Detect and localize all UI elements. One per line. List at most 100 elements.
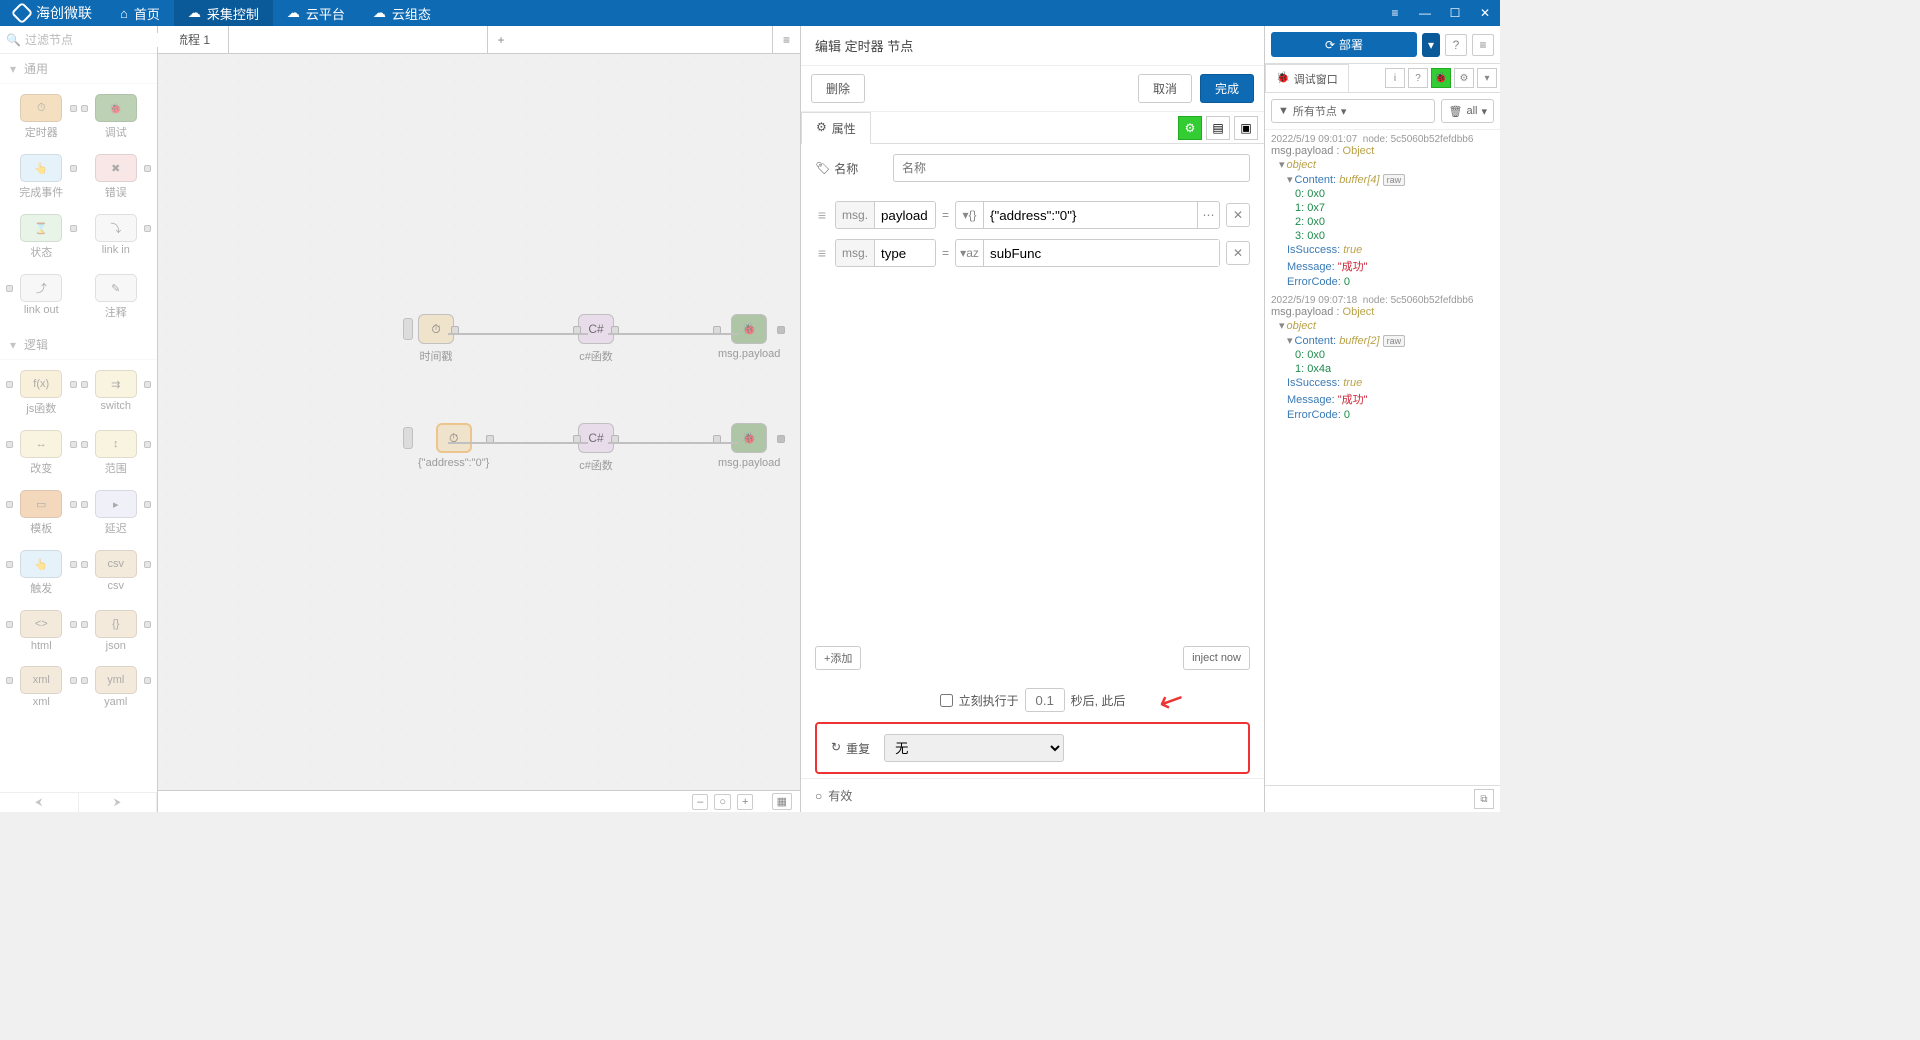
prop-row-1: ≡ msg. = ▾ {} ⋯ ✕ xyxy=(815,196,1250,234)
canvas-area: 流程 1 + ≡ ⏱ 时间戳 C# c#函数 🐞 msg.payload xyxy=(158,26,800,812)
palette-node-complete[interactable]: 👆完成事件 xyxy=(8,154,75,200)
msg-val-1[interactable] xyxy=(984,202,1197,228)
gear-icon[interactable]: ⚙ xyxy=(1454,68,1474,88)
nav-cloudgroup[interactable]: ☁ 云组态 xyxy=(359,0,445,26)
palette-expand[interactable]: ⮞ xyxy=(79,793,158,812)
delete-button[interactable]: 删除 xyxy=(811,74,865,103)
tab-menu[interactable]: ≡ xyxy=(772,26,800,53)
palette-node-csv[interactable]: csvcsv xyxy=(83,550,150,596)
edit-footer: ○ 有效 xyxy=(801,778,1264,812)
zoom-out[interactable]: – xyxy=(692,794,708,810)
palette-category-logic[interactable]: ▾逻辑 xyxy=(0,330,157,360)
topnav: ⌂ 首页 ☁ 采集控制 ☁ 云平台 ☁ 云组态 xyxy=(106,0,445,26)
add-property-button[interactable]: +添加 xyxy=(815,646,861,670)
logo-icon xyxy=(11,2,34,25)
exec-immediately-checkbox[interactable] xyxy=(940,694,953,707)
msg-key-2[interactable] xyxy=(875,240,935,266)
palette-node-html[interactable]: <>html xyxy=(8,610,75,652)
close-button[interactable]: ✕ xyxy=(1470,0,1500,26)
exec-delay-input[interactable] xyxy=(1025,688,1065,712)
cancel-button[interactable]: 取消 xyxy=(1138,74,1192,103)
flow-tabs: 流程 1 + ≡ xyxy=(158,26,800,54)
menu-icon[interactable]: ≡ xyxy=(1380,0,1410,26)
palette-node-json[interactable]: {}json xyxy=(83,610,150,652)
palette-node-delay[interactable]: ▸延迟 xyxy=(83,490,150,536)
palette-filter-input[interactable] xyxy=(25,33,180,47)
repeat-select[interactable]: 无 xyxy=(884,734,1064,762)
palette-node-comment[interactable]: ✎注释 xyxy=(83,274,150,320)
annotation-arrow-icon: ↙ xyxy=(1153,679,1191,721)
bug-icon[interactable]: 🐞 xyxy=(1431,68,1451,88)
menu-icon[interactable]: ≡ xyxy=(1472,34,1494,56)
type-selector-1[interactable]: ▾ {} xyxy=(956,202,984,228)
palette-node-xml[interactable]: xmlxml xyxy=(8,666,75,708)
debug-messages[interactable]: 2022/5/19 09:01:07 node: 5c5060b52fefdbb… xyxy=(1265,130,1500,785)
palette-node-switch[interactable]: ⇉switch xyxy=(83,370,150,416)
zoom-in[interactable]: + xyxy=(737,794,753,810)
window-controls: ≡ — ☐ ✕ xyxy=(1380,0,1500,26)
palette-category-general[interactable]: ▾通用 xyxy=(0,54,157,84)
minimize-button[interactable]: — xyxy=(1410,0,1440,26)
edit-panel: 编辑 定时器 节点 删除 取消 完成 ⚙ 属性 ⚙ ▤ ▣ 🏷 名称 ≡ m xyxy=(800,26,1264,812)
name-label: 🏷 名称 xyxy=(815,160,883,177)
exec-label: 立刻执行于 xyxy=(959,692,1019,709)
delete-row-2[interactable]: ✕ xyxy=(1226,241,1250,265)
palette-node-status[interactable]: ⌛状态 xyxy=(8,214,75,260)
deploy-button[interactable]: ⟳ 部署 xyxy=(1271,32,1417,57)
palette-node-error[interactable]: ✖错误 xyxy=(83,154,150,200)
doc-icon[interactable]: ▤ xyxy=(1206,116,1230,140)
palette-node-change[interactable]: ↔改变 xyxy=(8,430,75,476)
palette-search[interactable]: 🔍 xyxy=(0,26,157,54)
palette-node-jsfunc[interactable]: f(x)js函数 xyxy=(8,370,75,416)
palette-node-timer[interactable]: ⏱定时器 xyxy=(8,94,75,140)
type-selector-2[interactable]: ▾ aᴢ xyxy=(956,240,984,266)
nav-collect[interactable]: ☁ 采集控制 xyxy=(174,0,273,26)
nav-cloud[interactable]: ☁ 云平台 xyxy=(273,0,359,26)
delete-row-1[interactable]: ✕ xyxy=(1226,203,1250,227)
info-icon[interactable]: i xyxy=(1385,68,1405,88)
palette-node-template[interactable]: ▭模板 xyxy=(8,490,75,536)
msg-val-2[interactable] xyxy=(984,240,1219,266)
canvas-footer: – ○ + ▦ xyxy=(158,790,800,812)
palette-node-trigger[interactable]: 👆触发 xyxy=(8,550,75,596)
debug-tab[interactable]: 🐞 调试窗口 xyxy=(1265,64,1349,93)
zoom-reset[interactable]: ○ xyxy=(714,794,731,810)
valid-label: 有效 xyxy=(828,787,852,804)
palette-node-linkout[interactable]: ⤴link out xyxy=(8,274,75,320)
repeat-label: ↻ 重复 xyxy=(831,740,870,757)
exec-suffix: 秒后, 此后 xyxy=(1071,692,1126,709)
palette-node-range[interactable]: ↕范围 xyxy=(83,430,150,476)
help-icon[interactable]: ? xyxy=(1445,34,1467,56)
palette-node-linkin[interactable]: ⤵link in xyxy=(83,214,150,260)
maximize-button[interactable]: ☐ xyxy=(1440,0,1470,26)
msg-key-1[interactable] xyxy=(875,202,935,228)
palette-node-debug[interactable]: 🐞调试 xyxy=(83,94,150,140)
help-tab-icon[interactable]: ? xyxy=(1408,68,1428,88)
drag-handle-icon[interactable]: ≡ xyxy=(815,245,829,261)
done-button[interactable]: 完成 xyxy=(1200,74,1254,103)
deploy-menu[interactable]: ▾ xyxy=(1422,33,1440,57)
prop-row-2: ≡ msg. = ▾ aᴢ ✕ xyxy=(815,234,1250,272)
tab-add[interactable]: + xyxy=(487,26,515,53)
gear-icon[interactable]: ⚙ xyxy=(1178,116,1202,140)
filter-nodes[interactable]: ▼ 所有节点 ▾ xyxy=(1271,99,1435,123)
nav-home[interactable]: ⌂ 首页 xyxy=(106,0,174,26)
drag-handle-icon[interactable]: ≡ xyxy=(815,207,829,223)
caret-down-icon[interactable]: ▾ xyxy=(1477,68,1497,88)
flow-canvas[interactable]: ⏱ 时间戳 C# c#函数 🐞 msg.payload ⏱ {"address"… xyxy=(158,54,800,790)
node-palette: 🔍 ▾通用 ⏱定时器 🐞调试 👆完成事件 ✖错误 ⌛状态 ⤵link in ⤴l… xyxy=(0,26,158,812)
edit-tab-properties[interactable]: ⚙ 属性 xyxy=(801,112,871,144)
app-logo: 海创微联 xyxy=(0,3,106,23)
palette-collapse[interactable]: ⮜ xyxy=(0,793,79,812)
topbar: 海创微联 ⌂ 首页 ☁ 采集控制 ☁ 云平台 ☁ 云组态 ≡ — ☐ ✕ xyxy=(0,0,1500,26)
navigator[interactable]: ▦ xyxy=(772,793,792,810)
inject-now-button[interactable]: inject now xyxy=(1183,646,1250,670)
appearance-icon[interactable]: ▣ xyxy=(1234,116,1258,140)
palette-node-yaml[interactable]: ymlyaml xyxy=(83,666,150,708)
search-icon: 🔍 xyxy=(6,33,21,47)
popout-icon[interactable]: ⧉ xyxy=(1474,789,1494,809)
name-input[interactable] xyxy=(893,154,1250,182)
filter-clear[interactable]: 🗑 all ▾ xyxy=(1441,99,1494,123)
debug-panel: ⟳ 部署 ▾ ? ≡ 🐞 调试窗口 i ? 🐞 ⚙ ▾ ▼ 所有节点 ▾ 🗑 a… xyxy=(1264,26,1500,812)
expand-icon[interactable]: ⋯ xyxy=(1197,202,1219,228)
